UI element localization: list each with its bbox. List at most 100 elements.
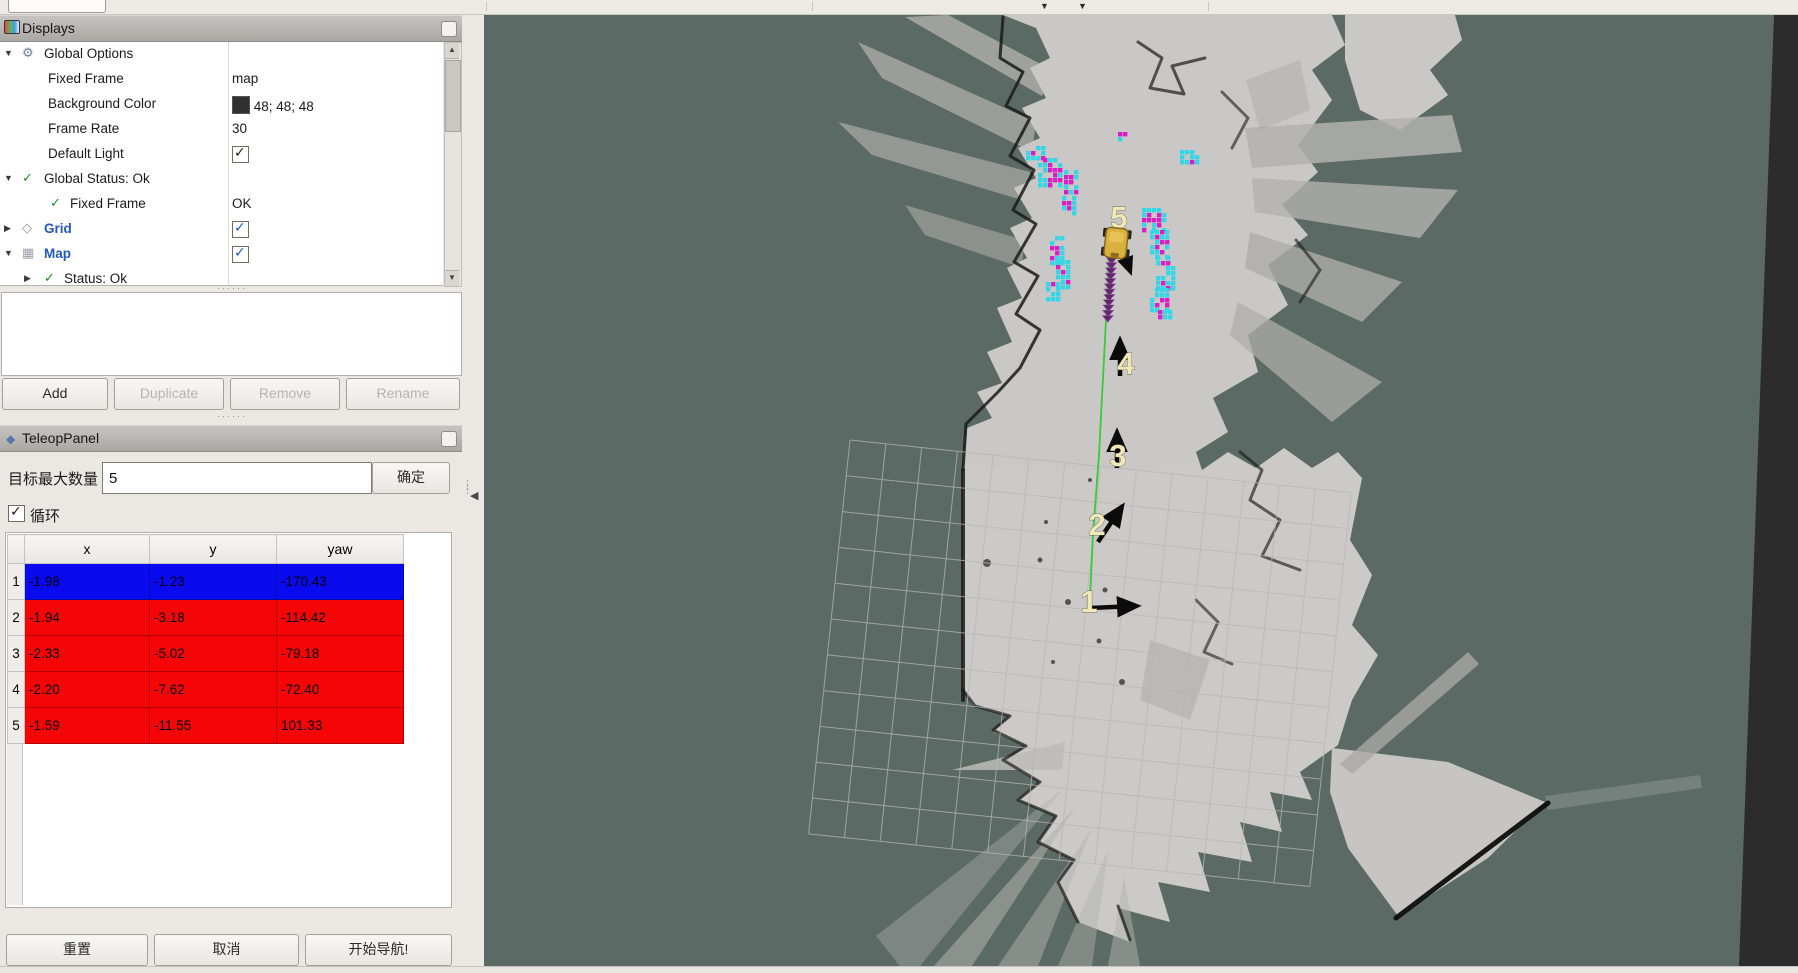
- displays-panel-icon: [4, 20, 20, 34]
- tree-row[interactable]: ▶ ◇ Grid ✓: [0, 217, 443, 242]
- loop-label: 循环: [30, 505, 60, 526]
- grid-icon: ◇: [22, 220, 32, 236]
- cell-y[interactable]: -5.02: [150, 636, 277, 672]
- table-row[interactable]: 1-1.98-1.23-170.43: [8, 564, 404, 600]
- cell-y[interactable]: -11.55: [150, 708, 277, 744]
- cell-y[interactable]: -1.23: [150, 564, 277, 600]
- splitter-grip[interactable]: [210, 286, 254, 291]
- waypoint-label: 3: [1109, 438, 1126, 473]
- tree-row-label: Grid: [44, 221, 72, 236]
- expand-icon[interactable]: ▶: [24, 273, 31, 284]
- displays-panel-titlebar[interactable]: Displays: [0, 15, 462, 42]
- check-icon: ✓: [22, 170, 33, 186]
- row-number[interactable]: 3: [8, 636, 25, 672]
- panel-float-button[interactable]: [441, 21, 457, 37]
- check-icon: ✓: [44, 270, 55, 286]
- checkbox[interactable]: ✓: [232, 146, 249, 163]
- toolbar-separator: [486, 2, 487, 11]
- checkbox[interactable]: ✓: [232, 246, 249, 263]
- tree-row[interactable]: ▼ ✓ Global Status: Ok: [0, 167, 443, 192]
- cell-x[interactable]: -1.94: [25, 600, 150, 636]
- tree-row-label: Fixed Frame: [48, 71, 124, 86]
- goal-count-label: 目标最大数量: [8, 468, 98, 489]
- row-number[interactable]: 1: [8, 564, 25, 600]
- color-swatch[interactable]: [232, 96, 250, 114]
- displays-tree[interactable]: ▼⚙Global Options Fixed Frame map Background…: [0, 42, 443, 286]
- cell-yaw[interactable]: -170.43: [277, 564, 404, 600]
- teleop-panel-icon: ◆: [6, 432, 15, 446]
- teleop-panel-titlebar[interactable]: ◆ TeleopPanel: [0, 425, 462, 452]
- tree-row-value: 48; 48; 48: [232, 96, 314, 114]
- toolbar-separator: [812, 2, 813, 11]
- tree-row[interactable]: Background Color 48; 48; 48: [0, 92, 443, 117]
- robot-model: [1101, 227, 1132, 260]
- tree-row[interactable]: Fixed Frame map: [0, 67, 443, 92]
- tree-row[interactable]: ▼▦Map✓: [0, 242, 443, 267]
- cell-y[interactable]: -3.18: [150, 600, 277, 636]
- tree-row-value: map: [232, 71, 258, 86]
- row-number[interactable]: 5: [8, 708, 25, 744]
- cell-yaw[interactable]: -114.42: [277, 600, 404, 636]
- tree-row[interactable]: ✓Fixed FrameOK: [0, 192, 443, 217]
- tree-row[interactable]: Default Light✓: [0, 142, 443, 167]
- collapse-panel-icon[interactable]: ◀: [470, 489, 478, 502]
- start-navigation-button[interactable]: 开始导航!: [305, 934, 452, 966]
- splitter-grip[interactable]: [210, 414, 254, 419]
- column-header-x[interactable]: x: [25, 535, 150, 564]
- column-header-y[interactable]: y: [150, 535, 277, 564]
- tree-row-value[interactable]: ✓: [232, 146, 249, 163]
- tree-row[interactable]: ▼⚙Global Options: [0, 42, 443, 67]
- table-row[interactable]: 3-2.33-5.02-79.18: [8, 636, 404, 672]
- column-header-yaw[interactable]: yaw: [277, 535, 404, 564]
- tree-row[interactable]: Frame Rate30: [0, 117, 443, 142]
- cell-yaw[interactable]: -79.18: [277, 636, 404, 672]
- cell-x[interactable]: -2.33: [25, 636, 150, 672]
- cell-y[interactable]: -7.62: [150, 672, 277, 708]
- collapse-icon[interactable]: ▼: [4, 248, 13, 258]
- add-button[interactable]: Add: [2, 378, 108, 410]
- tree-row-label: Global Status: Ok: [44, 171, 150, 186]
- row-number[interactable]: 2: [8, 600, 25, 636]
- displays-button-row: AddDuplicateRemoveRename: [0, 378, 462, 408]
- cell-yaw[interactable]: 101.33: [277, 708, 404, 744]
- cell-x[interactable]: -1.98: [25, 564, 150, 600]
- map-3d-viewport[interactable]: 54321: [484, 15, 1798, 966]
- checkbox[interactable]: ✓: [232, 221, 249, 238]
- tree-row-value: OK: [232, 196, 252, 211]
- waypoint-label: 4: [1117, 346, 1135, 381]
- cancel-button[interactable]: 取消: [154, 934, 299, 966]
- tree-row-value[interactable]: ✓: [232, 221, 249, 238]
- cell-yaw[interactable]: -72.40: [277, 672, 404, 708]
- goal-count-input[interactable]: [102, 462, 372, 494]
- scrollbar-thumb[interactable]: [445, 60, 461, 132]
- scroll-down-icon[interactable]: ▼: [445, 270, 459, 286]
- cell-x[interactable]: -2.20: [25, 672, 150, 708]
- table-row[interactable]: 5-1.59-11.55101.33: [8, 708, 404, 744]
- tree-row-value[interactable]: ✓: [232, 246, 249, 263]
- tree-row-label: Background Color: [48, 96, 156, 111]
- waypoint-table[interactable]: xyyaw1-1.98-1.23-170.432-1.94-3.18-114.4…: [7, 534, 404, 744]
- duplicate-button[interactable]: Duplicate: [114, 378, 224, 410]
- row-number[interactable]: 4: [8, 672, 25, 708]
- tree-scrollbar[interactable]: ▲ ▼: [444, 42, 462, 287]
- row-number-header[interactable]: [8, 535, 25, 564]
- waypoint-label: 2: [1088, 507, 1105, 542]
- collapse-icon[interactable]: ▼: [4, 173, 13, 183]
- toolbar-dropdown-icon[interactable]: ▼: [1078, 1, 1087, 11]
- rename-button[interactable]: Rename: [346, 378, 460, 410]
- table-row[interactable]: 2-1.94-3.18-114.42: [8, 600, 404, 636]
- table-row[interactable]: 4-2.20-7.62-72.40: [8, 672, 404, 708]
- loop-checkbox[interactable]: ✓: [8, 505, 25, 522]
- reset-button[interactable]: 重置: [6, 934, 148, 966]
- confirm-button[interactable]: 确定: [372, 462, 450, 494]
- cell-x[interactable]: -1.59: [25, 708, 150, 744]
- scroll-up-icon[interactable]: ▲: [445, 43, 459, 59]
- toolbar-partial-button[interactable]: [8, 0, 106, 13]
- toolbar-dropdown-icon[interactable]: ▼: [1040, 1, 1049, 11]
- expand-icon[interactable]: ▶: [4, 223, 11, 234]
- panel-float-button[interactable]: [441, 431, 457, 447]
- tree-row-value: 30: [232, 121, 247, 136]
- remove-button[interactable]: Remove: [230, 378, 340, 410]
- displays-list-box[interactable]: [1, 292, 462, 376]
- collapse-icon[interactable]: ▼: [4, 48, 13, 58]
